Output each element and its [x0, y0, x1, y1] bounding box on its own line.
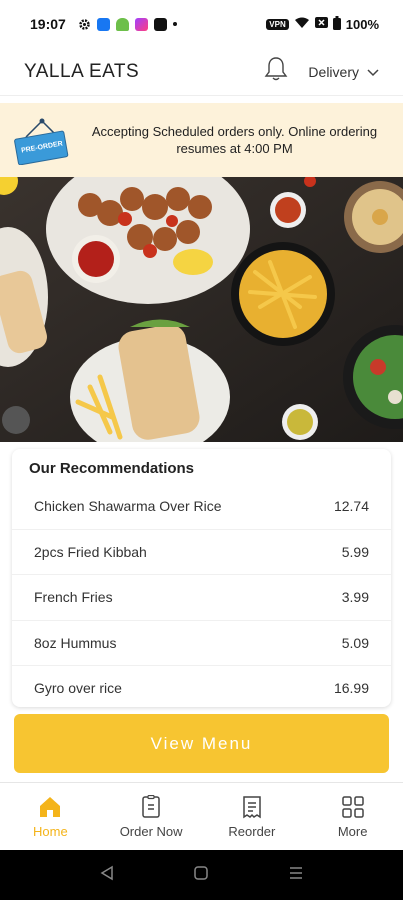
- item-price: 5.99: [341, 543, 369, 560]
- nav-home[interactable]: Home: [0, 783, 101, 850]
- nav-reorder[interactable]: Reorder: [202, 783, 303, 850]
- item-name: 8oz Hummus: [34, 634, 117, 651]
- android-icon: [115, 17, 129, 31]
- vpn-badge: VPN: [266, 18, 289, 30]
- messenger-icon: [134, 17, 148, 31]
- food-spread-illustration: [0, 177, 403, 442]
- item-name: Chicken Shawarma Over Rice: [34, 497, 222, 514]
- hero-food-image: [0, 177, 403, 442]
- settings-icon: [78, 18, 91, 31]
- system-nav-bar: [0, 850, 403, 900]
- chevron-down-icon: [367, 64, 379, 80]
- preorder-banner: PRE-ORDER Accepting Scheduled orders onl…: [0, 103, 403, 177]
- delivery-mode-label: Delivery: [308, 63, 359, 80]
- list-item[interactable]: French Fries 3.99: [12, 574, 391, 620]
- home-button-icon[interactable]: [193, 865, 209, 886]
- recommendations-card: Our Recommendations Chicken Shawarma Ove…: [12, 449, 391, 707]
- list-item[interactable]: Chicken Shawarma Over Rice 12.74: [12, 483, 391, 529]
- back-icon[interactable]: [99, 865, 115, 886]
- receipt-icon: [239, 794, 265, 820]
- meta-icon: [96, 17, 110, 31]
- app-header: YALLA EATS Delivery: [0, 48, 403, 96]
- item-price: 12.74: [333, 497, 369, 514]
- list-item[interactable]: 2pcs Fried Kibbah 5.99: [12, 528, 391, 575]
- list-item[interactable]: Gyro over rice 16.99: [12, 665, 391, 707]
- notification-icons: [78, 17, 177, 31]
- nav-more[interactable]: More: [302, 783, 403, 850]
- system-status: VPN 100%: [266, 15, 379, 33]
- battery-icon: [332, 15, 341, 33]
- preorder-sign-icon: PRE-ORDER: [12, 115, 70, 166]
- bell-icon[interactable]: [264, 56, 288, 87]
- banner-message: Accepting Scheduled orders only. Online …: [91, 124, 378, 156]
- nav-label: More: [337, 824, 368, 839]
- wifi-icon: [294, 16, 310, 32]
- home-icon: [37, 794, 63, 820]
- nav-label: Home: [33, 824, 68, 839]
- item-name: Gyro over rice: [34, 680, 122, 697]
- app-title: YALLA EATS: [24, 60, 140, 82]
- item-price: 5.09: [341, 634, 369, 651]
- status-time: 19:07: [30, 16, 66, 32]
- recents-icon[interactable]: [288, 865, 304, 886]
- mute-icon: [314, 16, 328, 32]
- nav-label: Order Now: [119, 824, 183, 839]
- item-price: 16.99: [333, 680, 369, 697]
- square-app-icon: [153, 17, 167, 31]
- bottom-nav: Home Order Now Reorder More: [0, 782, 403, 850]
- nav-order-now[interactable]: Order Now: [101, 783, 202, 850]
- item-name: 2pcs Fried Kibbah: [34, 543, 147, 560]
- order-icon: [138, 794, 164, 820]
- delivery-mode-dropdown[interactable]: Delivery: [308, 64, 379, 80]
- list-item[interactable]: 8oz Hummus 5.09: [12, 619, 391, 666]
- recommendations-title: Our Recommendations: [29, 460, 195, 477]
- item-price: 3.99: [341, 589, 369, 606]
- dot-icon: [172, 22, 177, 26]
- recommendations-list: Chicken Shawarma Over Rice 12.74 2pcs Fr…: [12, 483, 391, 707]
- status-bar: 19:07 VPN 100%: [0, 0, 403, 48]
- item-name: French Fries: [34, 589, 113, 606]
- nav-label: Reorder: [228, 824, 276, 839]
- battery-percent: 100%: [345, 16, 379, 32]
- view-menu-button[interactable]: View Menu: [14, 714, 389, 773]
- header-actions: Delivery: [264, 56, 379, 87]
- grid-icon: [340, 794, 366, 820]
